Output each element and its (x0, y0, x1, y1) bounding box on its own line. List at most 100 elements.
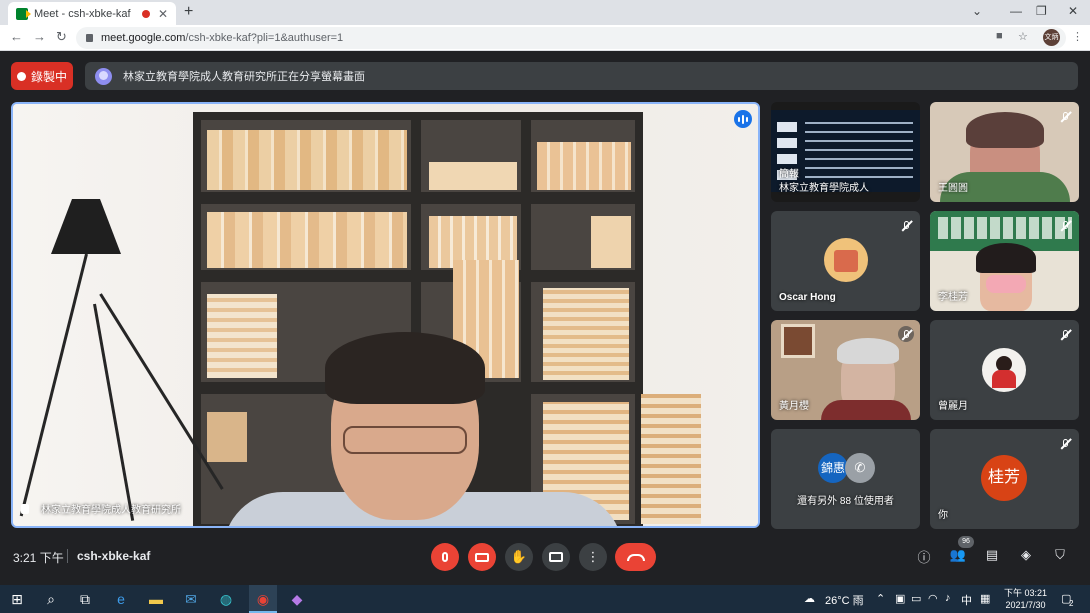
pin-icon (21, 503, 29, 514)
main-speaker-name: 林家立教育學院成人教育研究所 (21, 501, 181, 516)
speaker-hair (325, 332, 485, 404)
record-dot-icon (16, 71, 26, 81)
wifi-icon[interactable]: ◠ (928, 592, 938, 605)
task-view-icon[interactable]: ⧉ (75, 591, 95, 608)
browser-toolbar: ← → ↻ meet.google.com/csh-xbke-kaf?pli=1… (0, 25, 1090, 51)
mic-off-icon (442, 552, 448, 562)
lock-icon[interactable] (86, 34, 93, 42)
edge-icon[interactable]: ◍ (216, 591, 236, 608)
avatar: 錦惠 (818, 453, 848, 483)
tab-meet[interactable]: Meet - csh-xbke-kaf ✕ (8, 2, 176, 25)
tile-participant[interactable]: 曾麗月 (930, 320, 1079, 420)
more-vert-icon: ⋮ (586, 549, 600, 564)
camera-off-button[interactable] (468, 543, 496, 571)
taskbar-time: 下午 03:21 (1004, 588, 1048, 598)
chrome-icon[interactable]: ◉ (253, 591, 273, 608)
book-stack (641, 394, 701, 524)
windows-taskbar: ⊞ ⌕ ⧉ e ▬ ✉ ◍ ◉ ◆ ☁ 26°C 雨 ⌃ ▣ ▭ ◠ ♪ 中 ▦… (0, 585, 1090, 613)
tile-others[interactable]: 錦惠 ✆ 還有另外 88 位使用者 (771, 429, 920, 529)
phone-icon: ✆ (845, 453, 875, 483)
battery-icon[interactable]: ▭ (911, 592, 921, 605)
present-button[interactable] (542, 543, 570, 571)
people-icon[interactable]: 👥 (949, 547, 967, 563)
activities-icon[interactable]: ◈ (1017, 547, 1035, 563)
meeting-code: csh-xbke-kaf (77, 549, 151, 563)
more-options-button[interactable]: ⋮ (579, 543, 607, 571)
tray-app-icon[interactable]: ▣ (895, 592, 905, 605)
host-controls-icon[interactable]: ⛉ (1051, 547, 1069, 563)
forward-icon[interactable]: → (33, 29, 46, 44)
leave-call-button[interactable] (615, 543, 656, 571)
ime-indicator[interactable]: 中 (961, 592, 972, 608)
new-tab-button[interactable]: + (184, 3, 193, 21)
muted-icon (898, 326, 914, 342)
tile-name: 你 (938, 510, 948, 521)
tile-name: 曾麗月 (938, 401, 968, 412)
mail-icon[interactable]: ✉ (181, 591, 201, 608)
raise-hand-button[interactable]: ✋ (505, 543, 533, 571)
more-vert-icon[interactable]: ⋮ (1072, 30, 1083, 43)
tile-name: Oscar Hong (779, 292, 836, 303)
chevron-up-icon[interactable]: ⌃ (876, 592, 885, 605)
present-screen-icon (549, 552, 563, 562)
tile-self[interactable]: 桂芳 你 (930, 429, 1079, 529)
tile-name: 黃月櫻 (779, 401, 809, 412)
camera-icon[interactable]: ■ (996, 30, 1003, 42)
edge-legacy-icon[interactable]: e (111, 591, 131, 607)
tab-strip: Meet - csh-xbke-kaf ✕ + ⌄ — ❐ ✕ (0, 0, 1090, 25)
address-bar[interactable]: meet.google.com/csh-xbke-kaf?pli=1&authu… (76, 27, 1066, 49)
presenting-notice: 林家立教育學院成人教育研究所正在分享螢幕畫面 (123, 71, 365, 83)
restore-icon[interactable]: ❐ (1036, 4, 1047, 18)
main-speaker-tile[interactable]: 林家立教育學院成人教育研究所 (11, 102, 760, 528)
close-window-icon[interactable]: ✕ (1068, 4, 1078, 18)
divider (67, 549, 68, 563)
tile-participant[interactable]: 王圓圓 (930, 102, 1079, 202)
participants-count-badge: 96 (958, 536, 974, 548)
taskbar-clock[interactable]: 下午 03:21 2021/7/30 (1004, 587, 1047, 611)
tile-name: 王圓圓 (938, 183, 968, 194)
weather-text[interactable]: 26°C 雨 (825, 592, 864, 608)
recording-indicator[interactable]: 錄製中 (11, 62, 73, 90)
hand-icon: ✋ (510, 549, 528, 564)
close-tab-icon[interactable]: ✕ (158, 7, 168, 21)
tile-name: 簡報 (779, 169, 799, 180)
tab-title: Meet - csh-xbke-kaf (34, 7, 131, 20)
windows-start-icon[interactable]: ⊞ (7, 591, 27, 608)
tile-subtitle: 林家立教育學院成人 (779, 183, 869, 194)
star-icon[interactable]: ☆ (1018, 30, 1028, 43)
tile-presentation[interactable]: 簡報 林家立教育學院成人 (771, 102, 920, 202)
tile-name: 還有另外 88 位使用者 (797, 496, 894, 507)
file-explorer-icon[interactable]: ▬ (146, 591, 166, 607)
avatar (824, 238, 868, 282)
muted-icon (1057, 108, 1073, 124)
avatar: 桂芳 (981, 455, 1027, 501)
tile-participant[interactable]: 李桂芳 (930, 211, 1079, 311)
app-icon[interactable]: ◆ (287, 591, 307, 608)
back-icon[interactable]: ← (10, 29, 23, 44)
url-host: meet.google.com (101, 32, 186, 44)
weather-icon[interactable]: ☁ (804, 592, 815, 605)
volume-icon[interactable]: ♪ (945, 592, 951, 604)
chat-icon[interactable]: ▤ (983, 547, 1001, 563)
muted-icon (898, 217, 914, 233)
url-path: /csh-xbke-kaf?pli=1&authuser=1 (185, 32, 344, 44)
tile-participant[interactable]: Oscar Hong (771, 211, 920, 311)
tab-search-icon[interactable]: ⌄ (972, 4, 982, 18)
tile-name: 李桂芳 (938, 292, 968, 303)
mic-off-button[interactable] (431, 543, 459, 571)
recording-tab-icon (141, 9, 150, 18)
meeting-time: 3:21 下午 (13, 551, 64, 565)
keyboard-icon[interactable]: ▦ (980, 592, 990, 605)
presenter-avatar (95, 67, 112, 85)
muted-icon (1057, 326, 1073, 342)
main-speaker-label: 林家立教育學院成人教育研究所 (41, 505, 181, 516)
presenting-banner: 林家立教育學院成人教育研究所正在分享螢幕畫面 (85, 62, 1078, 90)
reload-icon[interactable]: ↻ (56, 29, 67, 45)
info-icon[interactable]: ⓘ (915, 547, 933, 566)
search-icon[interactable]: ⌕ (41, 591, 61, 608)
tile-participant[interactable]: 黃月櫻 (771, 320, 920, 420)
avatar[interactable]: 文炳 (1043, 29, 1060, 46)
minimize-icon[interactable]: — (1010, 4, 1022, 18)
muted-icon (1057, 217, 1073, 233)
muted-icon (1057, 435, 1073, 451)
